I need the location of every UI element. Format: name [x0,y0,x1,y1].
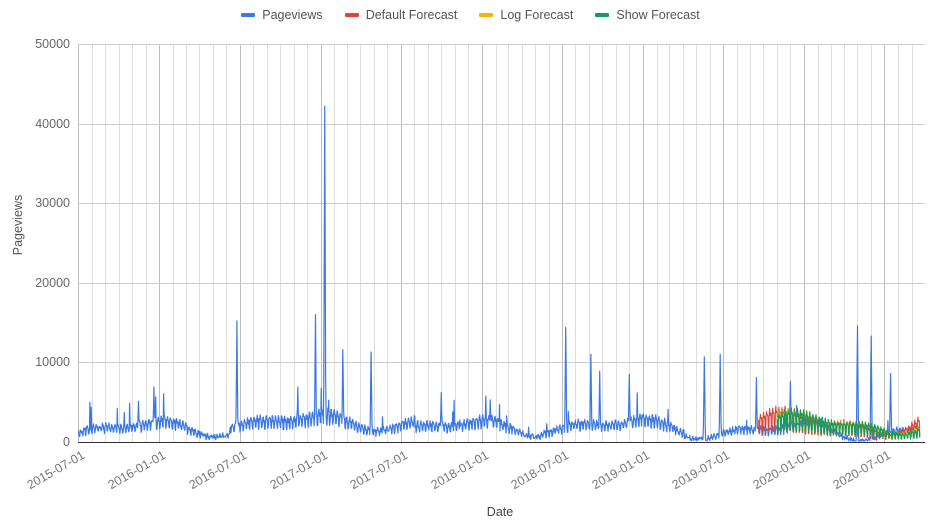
x-tick-6: 2018-07-01 [508,448,571,493]
x-tick-7: 2019-01-01 [589,448,652,493]
y-axis-title: Pageviews [11,194,25,256]
pageviews-forecast-chart: Pageviews Default Forecast Log Forecast … [0,0,941,523]
x-tick-9: 2020-01-01 [750,448,814,493]
legend-swatch-default-forecast [344,13,359,17]
y-tick-2: 20000 [35,275,70,290]
legend-label-default-forecast: Default Forecast [365,8,458,22]
plot-surface [78,44,925,442]
y-tick-0: 0 [63,435,70,449]
legend-item-pageviews[interactable]: Pageviews [241,8,323,22]
legend-swatch-pageviews [241,13,256,17]
legend-item-log-forecast[interactable]: Log Forecast [479,8,573,22]
series-lines [78,105,921,442]
legend-swatch-log-forecast [479,13,494,17]
legend-label-log-forecast: Log Forecast [500,8,574,22]
x-tick-2: 2016-07-01 [186,448,249,493]
plot-area [78,44,925,442]
x-tick-8: 2019-07-01 [669,448,732,493]
chart-legend: Pageviews Default Forecast Log Forecast … [0,6,941,24]
x-tick-0: 2015-07-01 [24,448,88,493]
x-tick-3: 2017-01-01 [267,448,330,493]
x-axis-line [78,442,925,443]
legend-label-pageviews: Pageviews [262,8,323,22]
legend-item-show-forecast[interactable]: Show Forecast [595,8,700,22]
y-tick-5: 50000 [35,37,70,51]
y-tick-3: 30000 [35,196,70,211]
x-axis-title: Date [486,505,514,519]
x-tick-10: 2020-07-01 [831,448,894,493]
legend-item-default-forecast[interactable]: Default Forecast [344,8,458,22]
legend-swatch-show-forecast [595,13,610,17]
x-tick-1: 2016-01-01 [105,448,169,493]
legend-label-show-forecast: Show Forecast [616,8,700,22]
y-tick-1: 10000 [35,355,70,370]
y-tick-4: 40000 [35,116,70,131]
x-tick-5: 2018-01-01 [428,448,491,493]
x-tick-4: 2017-07-01 [347,448,410,493]
